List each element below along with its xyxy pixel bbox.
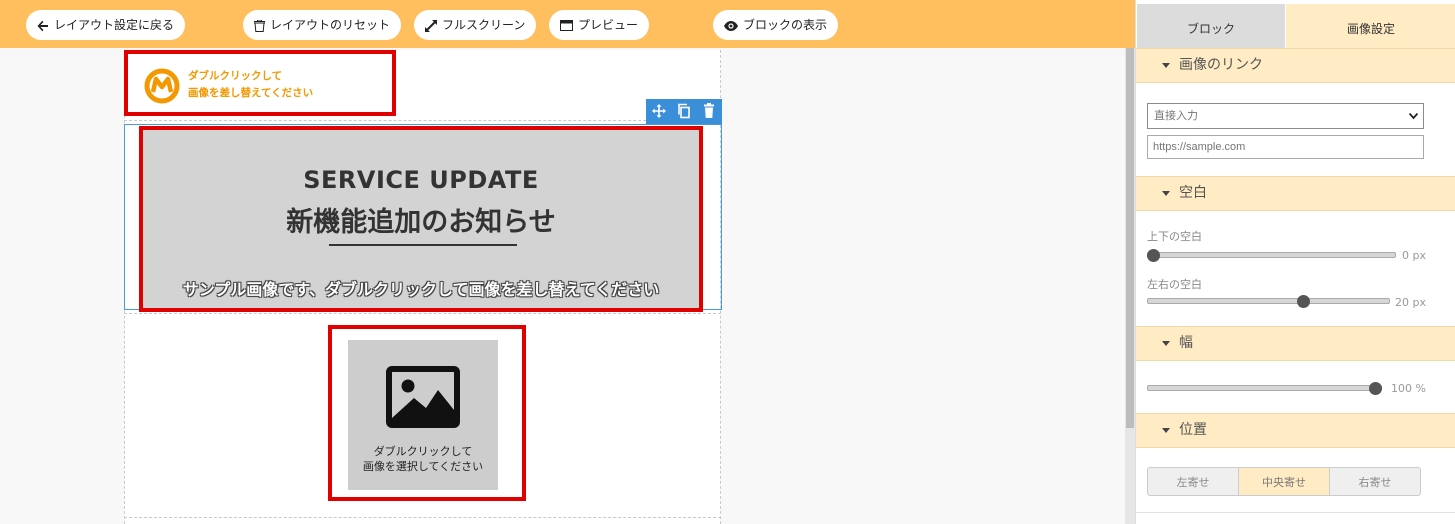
banner-title-jp: 新機能追加のお知らせ bbox=[286, 207, 556, 238]
trash-icon bbox=[254, 19, 265, 32]
align-center-button[interactable]: 中央寄せ bbox=[1238, 467, 1330, 496]
caret-down-icon bbox=[1162, 191, 1170, 196]
move-icon[interactable] bbox=[651, 103, 667, 119]
window-icon bbox=[560, 20, 573, 31]
section-spacing-title: 空白 bbox=[1179, 185, 1207, 201]
trash-icon[interactable] bbox=[701, 103, 717, 119]
preview-label: プレビュー bbox=[578, 18, 639, 32]
link-type-select[interactable]: 直接入力 bbox=[1147, 103, 1424, 129]
vertical-spacing-label: 上下の空白 bbox=[1147, 230, 1202, 243]
block-divider bbox=[124, 517, 721, 518]
fullscreen-button[interactable]: フルスクリーン bbox=[414, 10, 537, 40]
block-divider bbox=[124, 313, 721, 314]
vertical-spacing-slider-thumb[interactable] bbox=[1147, 249, 1160, 262]
banner-divider bbox=[329, 244, 517, 246]
banner-subtitle: サンプル画像です、ダブルクリックして画像を差し替えてください bbox=[182, 280, 660, 299]
settings-panel: ブロック 画像設定 画像のリンク 直接入力 空白 上下の空白 0 px 左右の空… bbox=[1135, 0, 1455, 524]
reset-layout-label: レイアウトのリセット bbox=[270, 18, 391, 32]
logo-caption-line1: ダブルクリックして bbox=[188, 70, 283, 82]
show-blocks-label: ブロックの表示 bbox=[743, 18, 828, 32]
tab-block[interactable]: ブロック bbox=[1137, 4, 1285, 48]
width-value: 100 % bbox=[1391, 382, 1426, 395]
vertical-spacing-value: 0 px bbox=[1402, 249, 1426, 262]
back-to-layout-label: レイアウト設定に戻る bbox=[54, 18, 175, 32]
section-width[interactable]: 幅 bbox=[1136, 326, 1455, 361]
image-placeholder-block[interactable]: ダブルクリックして 画像を選択してください bbox=[328, 325, 526, 501]
panel-tabs: ブロック 画像設定 bbox=[1136, 0, 1455, 48]
eye-icon bbox=[724, 20, 738, 31]
preview-button[interactable]: プレビュー bbox=[549, 10, 650, 40]
fullscreen-label: フルスクリーン bbox=[442, 18, 526, 32]
link-type-value: 直接入力 bbox=[1154, 109, 1198, 122]
copy-icon[interactable] bbox=[676, 103, 692, 119]
section-width-title: 幅 bbox=[1179, 335, 1193, 351]
horizontal-spacing-slider[interactable] bbox=[1147, 298, 1390, 304]
vertical-spacing-slider[interactable] bbox=[1147, 252, 1396, 258]
expand-icon bbox=[425, 19, 437, 32]
width-slider-thumb[interactable] bbox=[1369, 382, 1382, 395]
link-url-input[interactable] bbox=[1147, 135, 1424, 159]
back-to-layout-button[interactable]: レイアウト設定に戻る bbox=[26, 10, 186, 40]
logo-mark-icon bbox=[144, 68, 180, 104]
block-divider bbox=[124, 120, 721, 121]
block-toolbar bbox=[646, 99, 722, 124]
width-slider[interactable] bbox=[1147, 385, 1382, 391]
align-left-button[interactable]: 左寄せ bbox=[1147, 467, 1239, 496]
horizontal-spacing-value: 20 px bbox=[1395, 296, 1426, 309]
chevron-down-icon bbox=[1409, 112, 1418, 120]
canvas-scrollbar-thumb[interactable] bbox=[1126, 48, 1134, 428]
banner-title-en: SERVICE UPDATE bbox=[303, 166, 539, 194]
caret-down-icon bbox=[1162, 428, 1170, 433]
image-placeholder[interactable]: ダブルクリックして 画像を選択してください bbox=[348, 340, 498, 490]
section-spacing[interactable]: 空白 bbox=[1136, 176, 1455, 211]
banner-image-block[interactable]: SERVICE UPDATE 新機能追加のお知らせ サンプル画像です、ダブルクリ… bbox=[139, 126, 703, 312]
placeholder-caption-line1: ダブルクリックして bbox=[373, 445, 473, 458]
logo-caption-line2: 画像を差し替えてください bbox=[188, 87, 314, 99]
placeholder-caption: ダブルクリックして 画像を選択してください bbox=[348, 444, 498, 474]
horizontal-spacing-label: 左右の空白 bbox=[1147, 278, 1202, 291]
arrow-left-icon bbox=[37, 20, 49, 32]
caret-down-icon bbox=[1162, 341, 1170, 346]
section-image-link[interactable]: 画像のリンク bbox=[1136, 48, 1455, 83]
tab-image-settings[interactable]: 画像設定 bbox=[1286, 4, 1455, 48]
horizontal-spacing-slider-thumb[interactable] bbox=[1296, 295, 1310, 308]
section-position[interactable]: 位置 bbox=[1136, 413, 1455, 448]
align-right-button[interactable]: 右寄せ bbox=[1329, 467, 1421, 496]
section-position-title: 位置 bbox=[1179, 422, 1207, 438]
reset-layout-button[interactable]: レイアウトのリセット bbox=[243, 10, 402, 40]
logo-caption: ダブルクリックして 画像を差し替えてください bbox=[188, 68, 313, 102]
placeholder-caption-line2: 画像を選択してください bbox=[362, 460, 484, 473]
panel-divider bbox=[1136, 512, 1455, 513]
caret-down-icon bbox=[1162, 63, 1170, 68]
logo-image-block[interactable]: ダブルクリックして 画像を差し替えてください bbox=[124, 50, 396, 116]
show-blocks-button[interactable]: ブロックの表示 bbox=[713, 10, 839, 40]
section-image-link-title: 画像のリンク bbox=[1179, 57, 1263, 73]
top-toolbar: レイアウト設定に戻る レイアウトのリセット フルスクリーン プレビュー ブロック… bbox=[0, 0, 1135, 48]
image-icon bbox=[386, 366, 460, 428]
